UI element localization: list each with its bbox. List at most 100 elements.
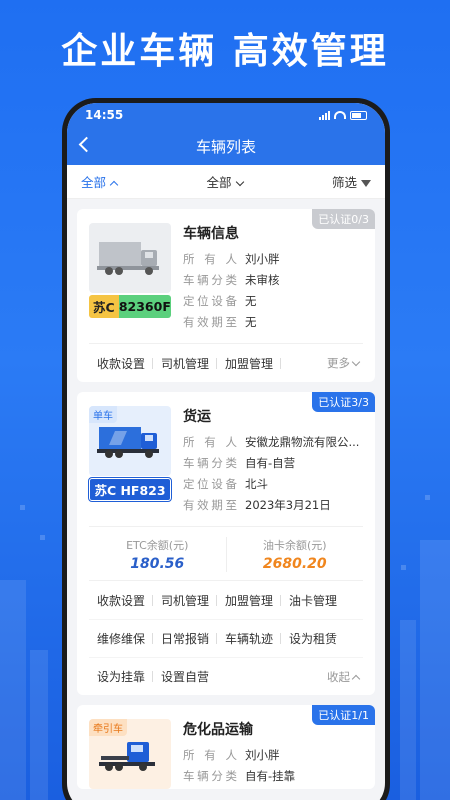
info-row: 所有人 刘小胖: [183, 745, 363, 766]
battery-icon: [350, 110, 367, 120]
vehicle-card[interactable]: 已认证0/3 苏C 82360F 车辆信息 所有人 刘小胖 车辆分类 未审核 定…: [77, 209, 375, 382]
filter-button[interactable]: 筛选: [332, 172, 371, 191]
field-value: 北斗: [245, 477, 268, 491]
info-row: 定位设备 北斗: [183, 474, 363, 495]
action-row: 设为挂靠 设置自营 收起: [89, 657, 363, 695]
field-value: 无: [245, 315, 257, 329]
funnel-icon: [360, 180, 371, 187]
info-row: 车辆分类 未审核: [183, 270, 363, 291]
field-value: 安徽龙鼎物流有限公...: [245, 435, 360, 449]
field-label: 所有人: [183, 435, 237, 449]
field-label: 所有人: [183, 252, 237, 266]
certification-badge: 已认证1/1: [312, 705, 375, 725]
box-truck-icon: [97, 427, 159, 458]
info-row: 车辆分类 自有-挂靠: [183, 766, 363, 787]
payment-settings-button[interactable]: 收款设置: [89, 355, 153, 372]
license-plate: 苏C HF823: [88, 477, 172, 502]
payment-settings-button[interactable]: 收款设置: [89, 592, 153, 609]
truck-image: [89, 223, 171, 293]
info-row: 定位设备无: [183, 291, 363, 312]
plate-number: 82360F: [118, 295, 171, 318]
vehicle-visual: 牵引车: [89, 717, 171, 789]
filter-type-dropdown[interactable]: 全部: [206, 172, 244, 191]
tractor-truck-icon: [99, 742, 155, 771]
field-value: 2023年3月21日: [245, 498, 331, 512]
etc-balance-label: ETC余额(元): [126, 539, 189, 552]
more-button[interactable]: 更多: [327, 355, 363, 371]
driver-management-button[interactable]: 司机管理: [153, 355, 217, 372]
vehicle-visual: 单车 苏C HF823: [88, 404, 172, 516]
card-summary: 单车 苏C HF823 货运 所有人 安徽龙鼎物流有限公... 车辆分类 自有-…: [88, 404, 363, 516]
field-label: 车辆分类: [183, 456, 237, 470]
etc-balance[interactable]: ETC余额(元) 180.56: [89, 537, 226, 572]
chevron-up-icon: [109, 180, 119, 190]
wifi-icon: [334, 111, 346, 119]
action-row: 维修维保 日常报销 车辆轨迹 设为租赁: [89, 619, 363, 657]
field-value: 未审核: [245, 273, 280, 287]
field-label: 有效期至: [183, 498, 237, 512]
collapse-label: 收起: [327, 669, 350, 684]
set-lease-button[interactable]: 设为租赁: [281, 630, 345, 647]
info-row: 所有人 刘小胖: [183, 249, 363, 270]
fuel-card-balance-value: 2680.20: [262, 556, 327, 572]
status-bar: 14:55: [67, 103, 385, 127]
page-title: 车辆列表: [195, 137, 256, 156]
info-row: 有效期至无: [183, 312, 363, 333]
promo-headline: 企业车辆 高效管理: [61, 31, 389, 72]
certification-badge: 已认证3/3: [312, 392, 375, 412]
status-time: 14:55: [85, 108, 124, 122]
vehicle-track-button[interactable]: 车辆轨迹: [217, 630, 281, 647]
franchise-management-button[interactable]: 加盟管理: [217, 592, 281, 609]
field-value: 无: [245, 294, 257, 308]
etc-balance-value: 180.56: [130, 556, 185, 572]
info-row: 车辆分类 自有-自营: [183, 453, 363, 474]
maintenance-button[interactable]: 维修维保: [89, 630, 153, 647]
vehicle-visual: 苏C 82360F: [89, 221, 171, 333]
daily-expense-button[interactable]: 日常报销: [153, 630, 217, 647]
balance-summary: ETC余额(元) 180.56 油卡余额(元) 2680.20: [89, 526, 363, 580]
card-actions: 收款设置 司机管理 加盟管理 油卡管理 维修维保 日常报销 车辆轨迹 设为租赁 …: [89, 580, 363, 695]
collapse-button[interactable]: 收起: [327, 669, 363, 685]
chevron-up-icon: [351, 674, 361, 683]
field-label: 有效期至: [183, 315, 237, 329]
field-label: 车辆分类: [183, 273, 237, 287]
vehicle-card[interactable]: 已认证1/1 牵引车 危化品运输 所有人 刘小胖 车辆分类 自有-挂靠: [77, 705, 375, 789]
filter-status-dropdown[interactable]: 全部: [81, 172, 119, 191]
filter-type-label: 全部: [206, 175, 232, 190]
field-value: 自有-自营: [245, 456, 296, 470]
fuel-card-balance[interactable]: 油卡余额(元) 2680.20: [225, 537, 364, 572]
set-affiliated-button[interactable]: 设为挂靠: [89, 668, 153, 685]
info-row: 所有人 安徽龙鼎物流有限公...: [183, 432, 363, 453]
set-self-operated-button[interactable]: 设置自营: [153, 668, 217, 685]
field-value: 刘小胖: [245, 252, 280, 266]
fuel-card-management-button[interactable]: 油卡管理: [281, 592, 345, 609]
info-row: 有效期至 2023年3月21日: [183, 495, 363, 516]
truck-image: 牵引车: [89, 719, 171, 789]
field-label: 所有人: [183, 748, 237, 762]
card-summary: 牵引车 危化品运输 所有人 刘小胖 车辆分类 自有-挂靠: [89, 717, 363, 789]
field-label: 定位设备: [183, 294, 237, 308]
vehicle-list: 已认证0/3 苏C 82360F 车辆信息 所有人 刘小胖 车辆分类 未审核 定…: [67, 199, 385, 789]
driver-management-button[interactable]: 司机管理: [153, 592, 217, 609]
vehicle-type-tag: 牵引车: [89, 719, 127, 736]
franchise-management-button[interactable]: 加盟管理: [217, 355, 281, 372]
more-label: 更多: [327, 356, 350, 370]
nav-bar: 车辆列表: [67, 127, 385, 165]
filter-status-label: 全部: [81, 175, 107, 190]
back-icon[interactable]: [78, 136, 95, 153]
license-plate: 苏C 82360F: [89, 295, 171, 318]
fuel-card-balance-label: 油卡余额(元): [262, 539, 327, 552]
vehicle-info: 货运 所有人 安徽龙鼎物流有限公... 车辆分类 自有-自营 定位设备 北斗 有效期至…: [183, 404, 363, 516]
box-truck-icon: [97, 242, 159, 275]
action-row: 收款设置 司机管理 加盟管理 油卡管理: [89, 581, 363, 619]
truck-image: 单车: [89, 406, 171, 476]
field-value: 自有-挂靠: [245, 769, 296, 783]
field-value: 刘小胖: [245, 748, 280, 762]
vehicle-type-tag: 单车: [89, 406, 117, 423]
signal-icon: [319, 110, 330, 120]
chevron-down-icon: [235, 177, 244, 187]
status-icons: [319, 110, 367, 120]
certification-badge: 已认证0/3: [312, 209, 375, 229]
vehicle-card[interactable]: 已认证3/3 单车 苏C HF823 货运 所有人 安徽龙鼎物流有限公... 车…: [77, 392, 375, 695]
filter-button-label: 筛选: [331, 175, 357, 190]
